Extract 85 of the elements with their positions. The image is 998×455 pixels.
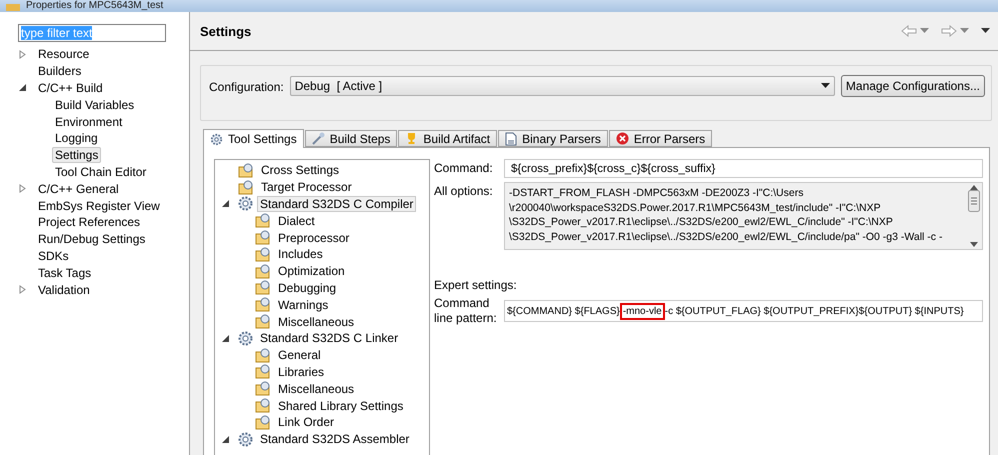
folder-icon [255, 348, 271, 363]
folder-icon [255, 414, 271, 430]
options-line: -DSTART_FROM_FLASH -DMPC563xM -DE200Z3 -I"C:\Users [509, 186, 804, 200]
tab[interactable]: Tool Settings [203, 129, 304, 148]
gear-icon [238, 432, 253, 447]
tree-item[interactable]: Standard S32DS C Compiler [257, 196, 416, 212]
dropdown-icon[interactable] [820, 83, 830, 89]
gear-icon [210, 132, 223, 146]
command-label: Command: [434, 160, 494, 177]
folder-icon [255, 246, 271, 262]
tree-item[interactable]: Warnings [275, 296, 332, 313]
menu-icon[interactable] [981, 28, 990, 34]
tab[interactable]: Error Parsers [608, 130, 712, 147]
manage-configurations-button[interactable]: Manage Configurations... [840, 75, 985, 97]
tree-item[interactable]: Logging [52, 130, 101, 146]
tree-item[interactable]: Cross Settings [258, 162, 342, 178]
tree-item[interactable]: C/C++ Build [35, 80, 106, 96]
tree-item[interactable]: Shared Library Settings [275, 398, 406, 414]
tab[interactable]: Binary Parsers [498, 130, 608, 147]
folder-icon [238, 180, 254, 195]
tree-item[interactable]: SDKs [35, 248, 72, 264]
expanded-icon[interactable] [221, 199, 230, 208]
all-options-field[interactable] [504, 182, 983, 250]
tree-item[interactable]: Target Processor [258, 179, 355, 196]
expanded-icon[interactable] [221, 434, 230, 444]
wand-icon [312, 132, 325, 145]
tree-item[interactable]: Dialect [275, 212, 318, 229]
tree-item[interactable]: Environment [52, 114, 126, 130]
options-line: \S32DS_Power_v2017.R1\eclipse\../S32DS/e200_ewl2/EWL_C/include" -I"C:\NXP [509, 215, 894, 230]
folder-icon [255, 213, 271, 228]
options-line: \S32DS_Power_v2017.R1\eclipse\../S32DS/e200_ewl2/EWL_C/include/pa" -O0 -g3 -Wall -c - [509, 230, 944, 244]
tab[interactable]: Build Steps [304, 130, 398, 147]
command-line-pattern-field[interactable]: ${COMMAND} ${FLAGS} -mno-vle -c ${OUTPUT_FLAG} ${OUTPUT_PREFIX}${OUTPUT} ${INPUTS} [504, 300, 983, 322]
page-title: Settings [200, 24, 252, 38]
folder-icon [255, 280, 271, 296]
options-line: \r200040\workspaceS32DS.Power.2017.R1\MPC5643M_test/include" -I"C:\NXP [509, 200, 882, 215]
tree-item[interactable]: Includes [275, 246, 326, 262]
tab[interactable]: Build Artifact [398, 130, 498, 147]
tree-item[interactable]: Resource [35, 46, 92, 62]
folder-icon [255, 230, 271, 246]
app-icon [6, 1, 20, 11]
tree-item[interactable]: Run/Debug Settings [35, 231, 148, 248]
expanded-icon[interactable] [18, 83, 27, 92]
folder-icon [255, 314, 271, 330]
tree-item[interactable]: EmbSys Register View [35, 198, 163, 214]
tree-item[interactable]: Preprocessor [275, 230, 352, 246]
tree-item[interactable]: Tool Chain Editor [52, 164, 150, 180]
folder-icon [255, 398, 271, 414]
folder-icon [255, 297, 271, 312]
collapsed-icon[interactable] [18, 184, 27, 194]
tree-item[interactable]: Validation [35, 282, 93, 298]
folder-icon [255, 264, 271, 279]
tree-item[interactable]: Builders [35, 63, 84, 80]
folder-icon [255, 381, 271, 396]
window-title: Properties for MPC5643M_test [26, 0, 164, 12]
tree-item[interactable]: Debugging [275, 280, 340, 296]
collapsed-icon[interactable] [18, 285, 27, 294]
tree-item[interactable]: Miscellaneous [275, 380, 358, 397]
configuration-label: Configuration: [209, 80, 284, 94]
configuration-dropdown[interactable]: Debug [ Active ] [290, 76, 835, 96]
tree-item[interactable]: Task Tags [35, 264, 94, 281]
error-icon [616, 132, 629, 145]
tree-item[interactable]: Project References [35, 214, 144, 230]
gear-icon [238, 330, 253, 346]
scroll-down-icon[interactable] [970, 242, 978, 247]
expert-settings-heading: Expert settings: [434, 278, 518, 292]
tree-item[interactable]: Standard S32DS Assembler [257, 431, 412, 448]
tree-item[interactable]: Standard S32DS C Linker [257, 330, 402, 346]
tree-item[interactable]: Miscellaneous [275, 314, 358, 330]
tree-item[interactable]: Build Variables [52, 96, 138, 113]
tree-item[interactable]: General [275, 347, 324, 364]
gear-icon [238, 196, 253, 212]
folder-icon [255, 364, 271, 380]
tree-item[interactable]: Settings [52, 147, 102, 164]
collapsed-icon[interactable] [18, 50, 27, 59]
tree-item[interactable]: Optimization [275, 263, 348, 280]
tree-item[interactable]: Link Order [275, 414, 338, 430]
tree-item[interactable]: C/C++ General [35, 180, 122, 197]
tree-item[interactable]: Libraries [275, 364, 328, 380]
folder-icon [238, 162, 254, 178]
scrollbar-thumb-icon[interactable] [968, 190, 980, 212]
expanded-icon[interactable] [221, 334, 230, 343]
command-field[interactable]: ${cross_prefix}${cross_c}${cross_suffix} [504, 159, 983, 178]
command-line-pattern-label: Command line pattern: [434, 296, 498, 326]
all-options-label: All options: [434, 183, 494, 200]
